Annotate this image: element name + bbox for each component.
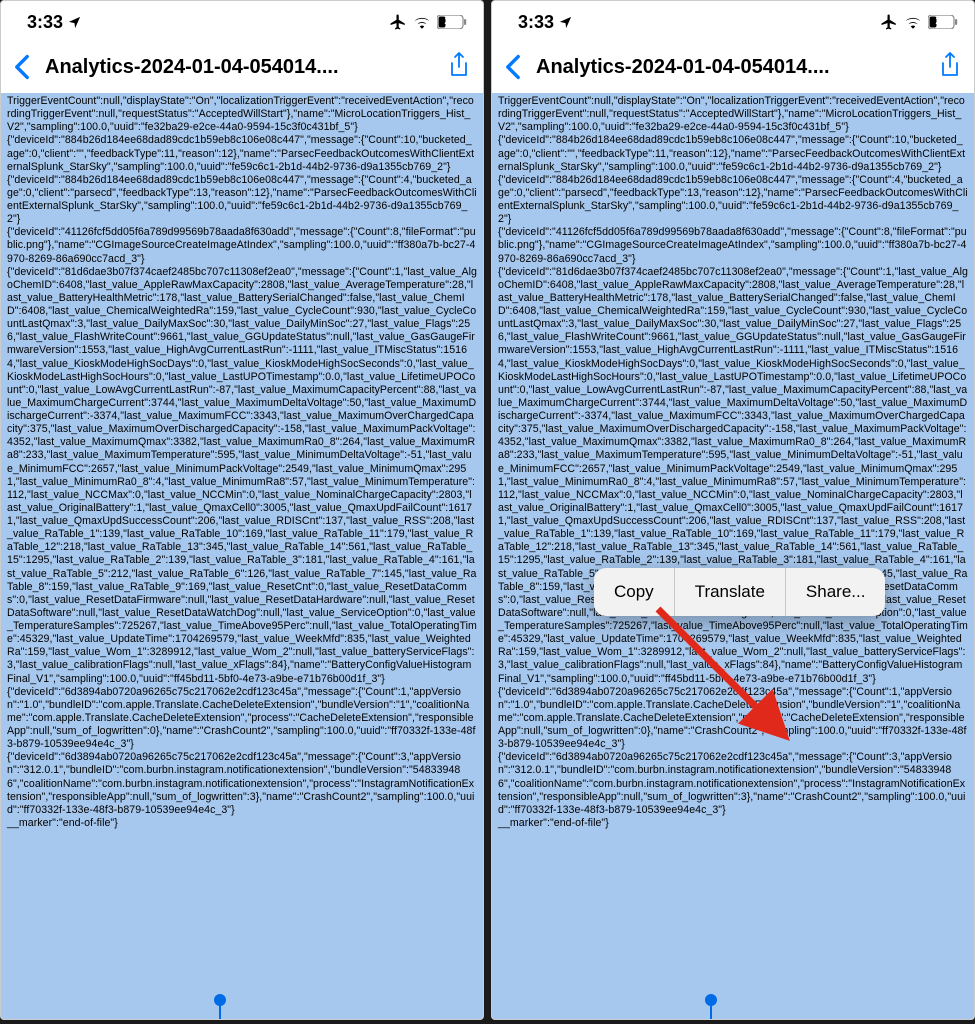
airplane-icon [389,13,407,31]
selection-handle[interactable] [214,994,226,1006]
share-button[interactable] [447,51,471,84]
json-body[interactable]: TriggerEventCount":null,"displayState":"… [498,95,968,830]
wifi-icon [904,15,922,29]
location-icon [558,15,573,30]
context-menu-copy[interactable]: Copy [594,568,675,616]
wifi-icon [413,15,431,29]
back-button[interactable] [13,54,31,80]
status-bar: 3:33 28 [492,1,974,43]
status-clock: 3:33 [518,12,554,33]
page-title: Analytics-2024-01-04-054014.... [528,56,926,79]
battery-icon: 28 [928,15,958,29]
location-icon [67,15,82,30]
battery-percent: 28 [928,15,954,29]
phone-right: 3:33 28 Analyti [491,0,975,1020]
context-menu-share[interactable]: Share... [786,568,886,616]
page-title: Analytics-2024-01-04-054014.... [37,56,435,79]
context-menu: Copy Translate Share... [594,568,885,616]
share-button[interactable] [938,51,962,84]
nav-bar: Analytics-2024-01-04-054014.... [1,43,483,91]
battery-icon: 28 [437,15,467,29]
airplane-icon [880,13,898,31]
nav-bar: Analytics-2024-01-04-054014.... [492,43,974,91]
json-body[interactable]: TriggerEventCount":null,"displayState":"… [7,95,477,830]
context-menu-translate[interactable]: Translate [675,568,786,616]
file-content[interactable]: TriggerEventCount":null,"displayState":"… [492,93,974,1019]
file-content[interactable]: TriggerEventCount":null,"displayState":"… [1,93,483,1019]
battery-percent: 28 [437,15,463,29]
selection-handle[interactable] [705,994,717,1006]
status-bar: 3:33 28 [1,1,483,43]
status-clock: 3:33 [27,12,63,33]
back-button[interactable] [504,54,522,80]
phone-left: 3:33 28 Analyti [0,0,484,1020]
